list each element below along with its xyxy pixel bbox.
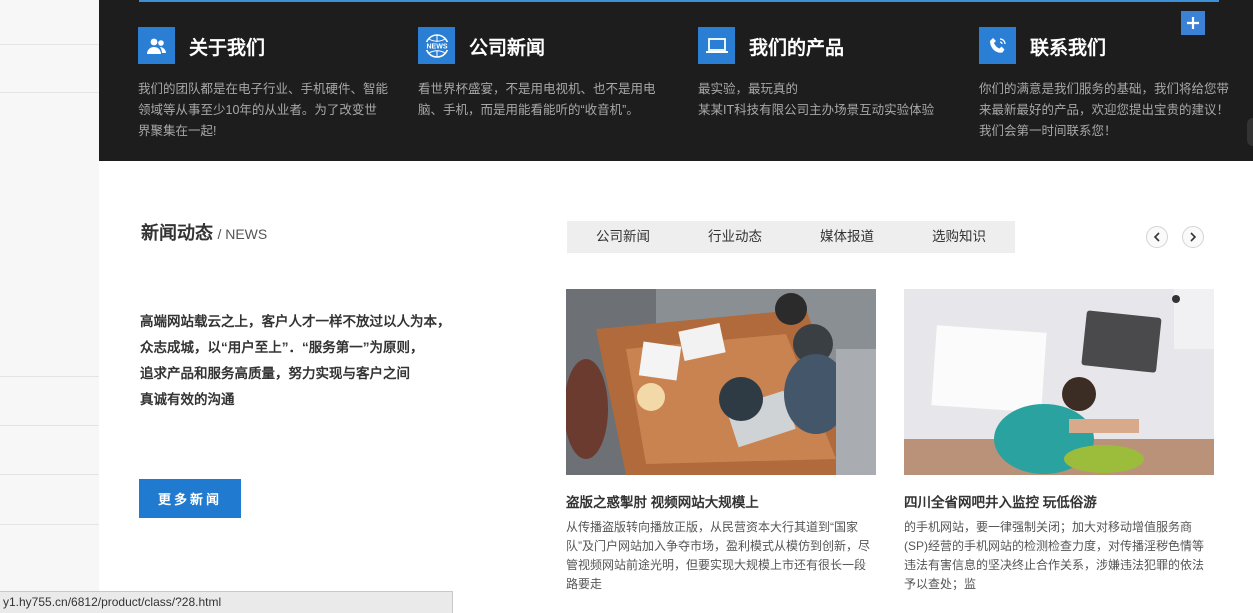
news-tabs: 公司新闻 行业动态 媒体报道 选购知识 [567,221,1015,253]
tab-industry-news[interactable]: 行业动态 [679,221,791,253]
feature-title[interactable]: 关于我们 [189,33,265,60]
divider [0,376,99,377]
svg-text:NEWS: NEWS [426,43,447,50]
feature-description: 最实验，最玩真的 某某IT科技有限公司主办场景互动实验体验 [698,79,948,121]
feature-title[interactable]: 我们的产品 [749,33,844,60]
more-news-button[interactable]: 更多新闻 [139,479,241,518]
intro-line: 真诚有效的沟通 [140,392,235,407]
description-line: 最实验，最玩真的 [698,82,799,96]
tab-company-news[interactable]: 公司新闻 [567,221,679,253]
tab-media-reports[interactable]: 媒体报道 [791,221,903,253]
divider [0,474,99,475]
phone-icon [979,27,1016,64]
feature-title[interactable]: 公司新闻 [469,33,545,60]
article-summary: 从传播盗版转向播放正版，从民营资本大行其道到“国家队”及门户网站加入争夺市场，盈… [566,520,870,591]
article-title[interactable]: 四川全省网吧井入监控 玩低俗游 [904,491,1214,511]
expand-plus-button[interactable] [1181,11,1205,35]
top-accent-line [139,0,1219,2]
side-scroll-tab[interactable] [1247,118,1253,146]
chevron-left-icon [1153,232,1160,242]
feature-description: 你们的满意是我们服务的基础，我们将给您带来最新最好的产品，欢迎您提出宝贵的建议！… [979,82,1230,138]
next-arrow-button[interactable] [1182,226,1204,248]
chevron-right-icon [1190,232,1197,242]
news-heading-zh: 新闻动态 [141,223,213,243]
description-line: 某某IT科技有限公司主办场景互动实验体验 [698,103,935,117]
article-title[interactable]: 盗版之惑掣肘 视频网站大规模上 [566,491,876,511]
article-photo-designer[interactable] [904,289,1214,475]
news-globe-icon: NEWS [418,27,455,64]
divider [0,92,99,93]
intro-line: 追求产品和服务高质量，努力实现与客户之间 [140,366,410,381]
left-sidebar-strip [0,0,99,613]
feature-description: 我们的团队都是在电子行业、手机硬件、智能领域等从事至少10年的从业者。为了改变世… [138,82,389,138]
feature-title[interactable]: 联系我们 [1030,33,1106,60]
browser-status-bar: y1.hy755.cn/6812/product/class/?28.html [0,591,453,613]
news-card[interactable]: 盗版之惑掣肘 视频网站大规模上 从传播盗版转向播放正版，从民营资本大行其道到“国… [566,289,876,594]
feature-description: 看世界杯盛宴，不是用电视机、也不是用电脑、手机，而是用能看能听的“收音机”。 [418,82,656,117]
news-section-heading: 新闻动态 / NEWS [141,219,267,245]
article-summary: 的手机网站，要一律强制关闭；加大对移动增值服务商(SP)经营的手机网站的检测检查… [904,520,1205,591]
plus-icon [1187,17,1199,29]
divider [0,44,99,45]
tab-buying-guide[interactable]: 选购知识 [903,221,1015,253]
divider [0,425,99,426]
news-card[interactable]: 四川全省网吧井入监控 玩低俗游 的手机网站，要一律强制关闭；加大对移动增值服务商… [904,289,1214,594]
divider [0,524,99,525]
news-heading-en: / NEWS [217,226,268,242]
feature-band: 关于我们 我们的团队都是在电子行业、手机硬件、智能领域等从事至少10年的从业者。… [99,0,1253,161]
news-intro-text: 高端网站载云之上，客户人才一样不放过以人为本， 众志成城，以“用户至上”．“服务… [140,309,480,413]
article-photo-meeting[interactable] [566,289,876,475]
intro-line: 高端网站载云之上，客户人才一样不放过以人为本， [140,314,451,329]
users-icon [138,27,175,64]
laptop-icon [698,27,735,64]
intro-line: 众志成城，以“用户至上”．“服务第一”为原则， [140,340,424,355]
prev-arrow-button[interactable] [1146,226,1168,248]
